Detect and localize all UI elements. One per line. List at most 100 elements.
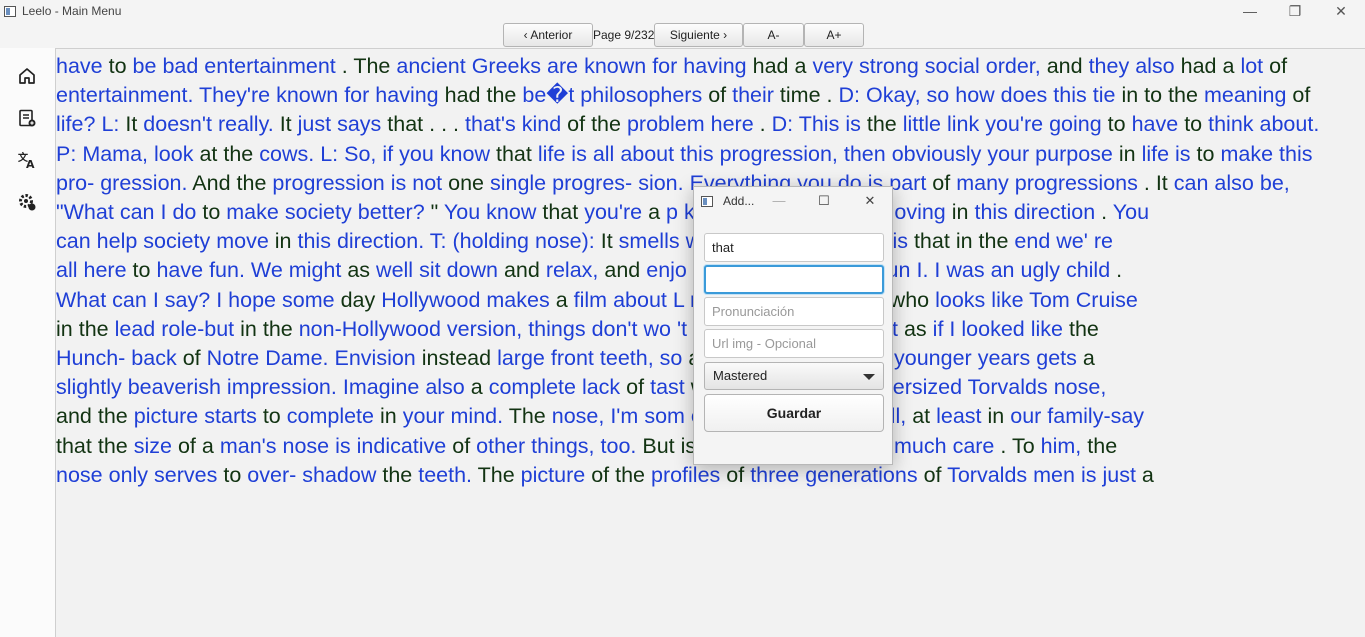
unknown-word[interactable]: about xyxy=(620,142,674,166)
unknown-word[interactable]: non-Hollywood xyxy=(299,317,441,341)
unknown-word[interactable]: you xyxy=(399,142,434,166)
known-word[interactable]: . xyxy=(760,112,766,136)
known-word[interactable]: that xyxy=(914,229,950,253)
home-icon[interactable] xyxy=(17,66,37,86)
known-word[interactable]: had xyxy=(445,83,481,107)
unknown-word[interactable]: for xyxy=(652,54,677,78)
unknown-word[interactable]: relax, xyxy=(546,258,599,282)
known-word[interactable]: But xyxy=(642,434,674,458)
unknown-word[interactable]: D: xyxy=(772,112,794,136)
known-word[interactable]: a xyxy=(794,54,806,78)
unknown-word[interactable]: that's xyxy=(465,112,516,136)
unknown-word[interactable]: nose, xyxy=(1054,375,1107,399)
known-word[interactable]: It xyxy=(601,229,613,253)
unknown-word[interactable]: him, xyxy=(1041,434,1082,458)
unknown-word[interactable]: about. xyxy=(1260,112,1320,136)
unknown-word[interactable]: part xyxy=(889,171,926,195)
unknown-word[interactable]: if xyxy=(933,317,944,341)
unknown-word[interactable]: are xyxy=(547,54,578,78)
unknown-word[interactable]: things xyxy=(528,317,585,341)
unknown-word[interactable]: little xyxy=(903,112,941,136)
unknown-word[interactable]: entertainment xyxy=(204,54,335,78)
known-word[interactable]: It xyxy=(1156,171,1168,195)
unknown-word[interactable]: ancient xyxy=(396,54,465,78)
unknown-word[interactable]: sion. xyxy=(638,171,683,195)
unknown-word[interactable]: nose, xyxy=(552,404,605,428)
unknown-word[interactable]: looks xyxy=(935,288,985,312)
unknown-word[interactable]: known xyxy=(584,54,646,78)
unknown-word[interactable]: also xyxy=(1214,171,1253,195)
unknown-word[interactable]: don't xyxy=(592,317,638,341)
unknown-word[interactable]: lack xyxy=(582,375,620,399)
unknown-word[interactable]: is xyxy=(892,229,908,253)
unknown-word[interactable]: your xyxy=(987,142,1029,166)
unknown-word[interactable]: well xyxy=(376,258,413,282)
unknown-word[interactable]: strong xyxy=(859,54,919,78)
unknown-word[interactable]: here xyxy=(84,258,127,282)
known-word[interactable]: of xyxy=(924,463,942,487)
unknown-word[interactable]: think xyxy=(1208,112,1253,136)
minimize-button[interactable]: — xyxy=(1227,0,1273,23)
known-word[interactable]: day xyxy=(341,288,376,312)
unknown-word[interactable]: years xyxy=(978,346,1031,370)
unknown-word[interactable]: be�t xyxy=(522,83,574,107)
unknown-word[interactable]: move xyxy=(216,229,269,253)
unknown-word[interactable]: family-say xyxy=(1047,404,1144,428)
unknown-word[interactable]: just xyxy=(1102,463,1135,487)
translate-icon[interactable]: 文 A xyxy=(17,150,37,170)
font-smaller-button[interactable]: A- xyxy=(743,23,804,47)
known-word[interactable]: the xyxy=(98,404,128,428)
unknown-word[interactable]: We xyxy=(251,258,283,282)
settings-icon[interactable] xyxy=(17,192,37,212)
unknown-word[interactable]: large xyxy=(497,346,545,370)
unknown-word[interactable]: make xyxy=(1220,142,1273,166)
unknown-word[interactable]: tast xyxy=(650,375,685,399)
unknown-word[interactable]: be xyxy=(133,54,157,78)
unknown-word[interactable]: you're xyxy=(985,112,1043,136)
unknown-word[interactable]: three xyxy=(750,463,799,487)
font-larger-button[interactable]: A+ xyxy=(804,23,864,47)
known-word[interactable]: who xyxy=(890,288,929,312)
unknown-word[interactable]: mind. xyxy=(451,404,504,428)
known-word[interactable]: in xyxy=(956,229,973,253)
unknown-word[interactable]: I xyxy=(216,288,222,312)
unknown-word[interactable]: is xyxy=(391,171,407,195)
known-word[interactable]: . . . xyxy=(429,112,459,136)
unknown-word[interactable]: have xyxy=(1132,112,1179,136)
known-word[interactable]: The xyxy=(509,404,546,428)
unknown-word[interactable]: obviously xyxy=(892,142,982,166)
unknown-word[interactable]: having xyxy=(375,83,438,107)
unknown-word[interactable]: L: xyxy=(101,112,119,136)
known-word[interactable]: a xyxy=(1083,346,1095,370)
unknown-word[interactable]: impression. xyxy=(227,375,337,399)
unknown-word[interactable]: generations xyxy=(805,463,917,487)
unknown-word[interactable]: "What xyxy=(56,200,114,224)
unknown-word[interactable]: single xyxy=(490,171,546,195)
known-word[interactable]: to xyxy=(109,54,127,78)
unknown-word[interactable]: is xyxy=(845,112,861,136)
known-word[interactable]: to xyxy=(1184,112,1202,136)
known-word[interactable]: a xyxy=(1223,54,1235,78)
unknown-word[interactable]: So, xyxy=(344,142,376,166)
known-word[interactable]: a xyxy=(556,288,568,312)
unknown-word[interactable]: men xyxy=(1033,463,1075,487)
known-word[interactable]: . xyxy=(827,83,833,107)
unknown-word[interactable]: child xyxy=(1066,258,1110,282)
known-word[interactable]: . xyxy=(342,54,348,78)
known-word[interactable]: in xyxy=(240,317,257,341)
unknown-word[interactable]: this xyxy=(1053,83,1086,107)
unknown-word[interactable]: bad xyxy=(162,54,198,78)
image-url-field[interactable] xyxy=(704,329,884,358)
unknown-word[interactable]: picture xyxy=(521,463,586,487)
unknown-word[interactable]: progressions xyxy=(1015,171,1138,195)
unknown-word[interactable]: slightly xyxy=(56,375,122,399)
unknown-word[interactable]: order, xyxy=(986,54,1041,78)
unknown-word[interactable]: beaverish xyxy=(128,375,221,399)
unknown-word[interactable]: doesn't xyxy=(143,112,212,136)
unknown-word[interactable]: is xyxy=(1175,142,1191,166)
known-word[interactable]: and xyxy=(504,258,540,282)
unknown-word[interactable]: What xyxy=(56,288,106,312)
unknown-word[interactable]: 't xyxy=(677,317,687,341)
previous-page-button[interactable]: ‹ Anterior xyxy=(503,23,593,47)
unknown-word[interactable]: complete xyxy=(489,375,576,399)
